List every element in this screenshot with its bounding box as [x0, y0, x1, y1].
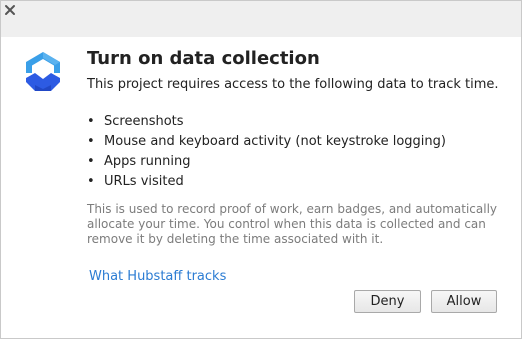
- list-item: • URLs visited: [87, 172, 446, 192]
- explanation-line: allocate your time. You control when thi…: [87, 217, 486, 231]
- list-item-label: Screenshots: [104, 114, 184, 129]
- list-item: • Apps running: [87, 152, 446, 172]
- data-collection-dialog: Turn on data collection This project req…: [0, 0, 522, 339]
- hubstaff-logo-icon: [26, 52, 60, 91]
- bullet-icon: •: [87, 134, 95, 149]
- what-hubstaff-tracks-link[interactable]: What Hubstaff tracks: [89, 269, 226, 284]
- explanation-line: This is used to record proof of work, ea…: [87, 202, 498, 216]
- data-items-list: • Screenshots • Mouse and keyboard activit…: [87, 112, 446, 192]
- explanation-line: remove it by deleting the time associate…: [87, 232, 384, 246]
- explanation-text: This is used to record proof of work, ea…: [87, 202, 512, 247]
- list-item: • Screenshots: [87, 112, 446, 132]
- list-item: • Mouse and keyboard activity (not keystr…: [87, 132, 446, 152]
- bullet-icon: •: [87, 114, 95, 129]
- dialog-title: Turn on data collection: [87, 48, 320, 69]
- title-bar: [1, 1, 521, 37]
- bullet-icon: •: [87, 154, 95, 169]
- allow-button[interactable]: Allow: [431, 290, 497, 313]
- dialog-subtitle: This project requires access to the foll…: [87, 77, 499, 92]
- close-icon[interactable]: [3, 3, 17, 17]
- bullet-icon: •: [87, 174, 95, 189]
- deny-button[interactable]: Deny: [354, 290, 421, 313]
- list-item-label: Mouse and keyboard activity (not keystro…: [104, 134, 446, 149]
- list-item-label: Apps running: [104, 154, 191, 169]
- list-item-label: URLs visited: [104, 174, 184, 189]
